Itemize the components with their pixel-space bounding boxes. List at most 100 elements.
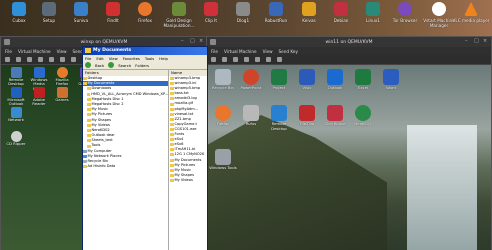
- menu-virtual-machine[interactable]: Virtual Machine: [224, 49, 257, 54]
- fullscreen-icon[interactable]: [277, 57, 282, 62]
- folder-icon: [87, 139, 91, 143]
- w11-icon-project[interactable]: Project: [265, 69, 293, 91]
- xp-icon-firefox[interactable]: Mozilla Firefox: [51, 67, 73, 87]
- linux1-icon: [366, 2, 380, 16]
- maximize-icon[interactable]: □: [474, 39, 479, 44]
- w11-icon-powerpoint[interactable]: PowerPoint: [237, 69, 265, 91]
- menu-view[interactable]: View: [263, 49, 273, 54]
- menu-file[interactable]: File: [85, 56, 91, 61]
- w11-icon-clickhouse[interactable]: ClickHouse: [321, 105, 349, 127]
- w11-icon-firefox[interactable]: Firefox: [209, 105, 237, 127]
- tree-item[interactable]: Ad Hisinfo Data: [83, 164, 168, 169]
- dropdown-icon[interactable]: [60, 57, 65, 62]
- menu-tools[interactable]: Tools: [145, 56, 154, 61]
- w11-icon-windows-tools[interactable]: Windows Tools: [209, 149, 237, 171]
- menu-file[interactable]: File: [211, 49, 218, 54]
- xp-icon-adobe-reader[interactable]: Adobe Reader: [28, 87, 50, 107]
- close-icon[interactable]: ×: [483, 39, 488, 44]
- folder-icon: [87, 87, 91, 91]
- host-icon-vlc[interactable]: VLC media player: [452, 2, 490, 23]
- search-label[interactable]: Search: [118, 63, 131, 68]
- w11-icon-rufus[interactable]: Rufus: [237, 105, 265, 127]
- file-row[interactable]: My Videos: [169, 178, 207, 183]
- explorer-toolbar: Back Search Folders: [83, 61, 207, 70]
- my-documents-titlebar[interactable]: My Documents: [83, 47, 207, 55]
- menu-edit[interactable]: Edit: [96, 56, 103, 61]
- gold-design-icon: [172, 2, 186, 16]
- pause-icon[interactable]: [244, 57, 249, 62]
- back-icon[interactable]: [85, 62, 91, 68]
- my-documents-title: My Documents: [93, 48, 132, 53]
- dlog1-icon: [236, 2, 250, 16]
- play-icon[interactable]: [27, 57, 32, 62]
- powerpoint-icon: [243, 69, 259, 85]
- xp-icon-remote-desktop[interactable]: Remote Desktop: [5, 67, 27, 87]
- filezilla-icon: [299, 105, 315, 121]
- xp-icon-outlook[interactable]: Microsoft Outlook: [5, 87, 27, 107]
- visio-icon: [299, 69, 315, 85]
- dropdown-icon[interactable]: [266, 57, 271, 62]
- file-icon: [170, 112, 174, 116]
- w11-icon-word[interactable]: Word: [377, 69, 405, 91]
- heidisql-icon: [355, 105, 371, 121]
- w11-icon-remote-desktop[interactable]: Remote Desktop: [265, 105, 293, 131]
- folder-icon: [83, 165, 87, 169]
- power-icon[interactable]: [49, 57, 54, 62]
- info-icon[interactable]: [222, 57, 227, 62]
- menu-view[interactable]: View: [57, 49, 67, 54]
- debian-icon: [334, 2, 348, 16]
- menu-send-key[interactable]: Send Key: [279, 49, 298, 54]
- file-icon: [170, 82, 174, 86]
- tor-browser-icon: [398, 2, 412, 16]
- folder-icon: [83, 82, 87, 86]
- w11-icon-filezilla[interactable]: FileZilla: [293, 105, 321, 127]
- virt-manager-icon: [210, 39, 216, 45]
- wallpaper-waterfall: [407, 125, 477, 250]
- xp-icon-cd-ripper[interactable]: CD Ripper: [5, 131, 27, 146]
- menu-view[interactable]: View: [109, 56, 118, 61]
- forward-icon[interactable]: [108, 62, 115, 68]
- info-icon[interactable]: [16, 57, 21, 62]
- minimize-icon[interactable]: –: [465, 39, 470, 44]
- menu-file[interactable]: File: [5, 49, 12, 54]
- folders-label[interactable]: Folders: [135, 63, 149, 68]
- console-icon[interactable]: [5, 57, 10, 62]
- w11-icon-excel[interactable]: Excel: [349, 69, 377, 91]
- host-icon-firefox[interactable]: Firefox: [126, 2, 164, 23]
- folder-icon: [87, 108, 91, 112]
- folder-icon: [87, 118, 91, 122]
- xp-icon-games[interactable]: Games: [51, 87, 73, 102]
- power-icon[interactable]: [255, 57, 260, 62]
- play-icon[interactable]: [233, 57, 238, 62]
- file-icon: [170, 122, 174, 126]
- remote-desktop-icon: [271, 105, 287, 121]
- fullscreen-icon[interactable]: [71, 57, 76, 62]
- menu-help[interactable]: Help: [159, 56, 168, 61]
- keivas-icon: [302, 2, 316, 16]
- cubox-icon: [12, 2, 26, 16]
- xp-icon-network[interactable]: Network: [5, 107, 27, 122]
- folder-icon: [85, 48, 91, 53]
- suniva-icon: [74, 2, 88, 16]
- console-icon[interactable]: [211, 57, 216, 62]
- file-icon: [170, 87, 174, 91]
- back-label[interactable]: Back: [95, 63, 104, 68]
- file-icon: [170, 127, 174, 131]
- folder-icon: [170, 158, 174, 162]
- menu-virtual-machine[interactable]: Virtual Machine: [18, 49, 51, 54]
- minimize-icon[interactable]: –: [181, 39, 186, 44]
- menu-favorites[interactable]: Favorites: [123, 56, 140, 61]
- setup-icon: [42, 2, 56, 16]
- w11-icon-recycle-bin[interactable]: Recycle Bin: [209, 69, 237, 91]
- rufus-icon: [243, 105, 259, 121]
- host-icon-tor-browser[interactable]: Tor Browser: [386, 2, 424, 23]
- w11-icon-outlook[interactable]: Outlook: [321, 69, 349, 91]
- w11-icon-heidisql[interactable]: HeidiSQL: [349, 105, 377, 127]
- pause-icon[interactable]: [38, 57, 43, 62]
- folder-icon: [170, 168, 174, 172]
- maximize-icon[interactable]: □: [190, 39, 195, 44]
- close-icon[interactable]: ×: [199, 39, 204, 44]
- win11-titlebar[interactable]: win11 on QEMU/KVM – □ ×: [207, 37, 491, 47]
- w11-icon-visio[interactable]: Visio: [293, 69, 321, 91]
- computer-icon: [83, 149, 87, 153]
